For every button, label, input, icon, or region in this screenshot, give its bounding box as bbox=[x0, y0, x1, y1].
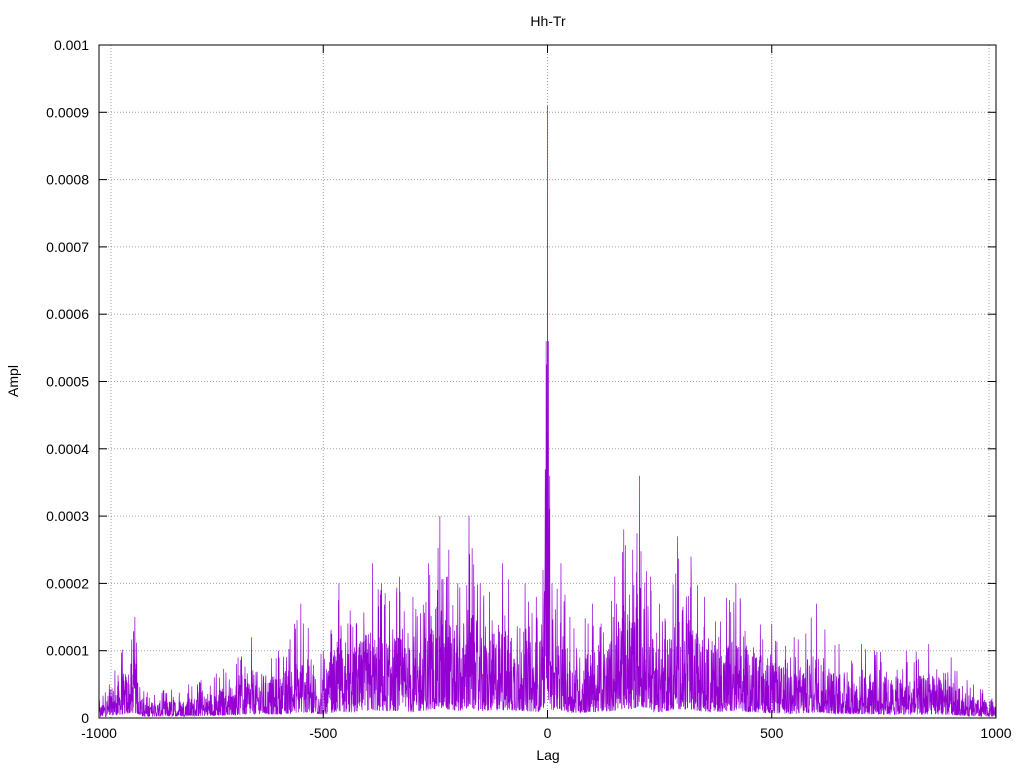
y-tick-label: 0.0002 bbox=[46, 575, 89, 591]
y-tick-label: 0 bbox=[81, 710, 89, 726]
x-tick-label: -500 bbox=[309, 725, 337, 741]
y-tick-label: 0.001 bbox=[54, 37, 89, 53]
y-tick-label: 0.0009 bbox=[46, 104, 89, 120]
x-tick-label: -1000 bbox=[81, 725, 117, 741]
y-tick-label: 0.0008 bbox=[46, 172, 89, 188]
x-tick-label: 500 bbox=[760, 725, 784, 741]
y-tick-label: 0.0007 bbox=[46, 239, 89, 255]
y-tick-label: 0.0004 bbox=[46, 441, 89, 457]
series-line bbox=[98, 105, 997, 718]
y-axis-label: Ampl bbox=[5, 365, 21, 397]
series-layer bbox=[98, 105, 997, 718]
x-tick-label: 1000 bbox=[980, 725, 1011, 741]
x-axis-label: Lag bbox=[536, 747, 559, 763]
y-tick-label: 0.0003 bbox=[46, 508, 89, 524]
chart-title: Hh-Tr bbox=[530, 13, 566, 29]
y-tick-label: 0.0005 bbox=[46, 374, 89, 390]
x-tick-label: 0 bbox=[544, 725, 552, 741]
y-tick-label: 0.0001 bbox=[46, 643, 89, 659]
y-tick-label: 0.0006 bbox=[46, 306, 89, 322]
chart: -1000 -500 0 500 1000 0 0.0001 0.0002 0.0003 0.00… bbox=[5, 13, 1012, 763]
